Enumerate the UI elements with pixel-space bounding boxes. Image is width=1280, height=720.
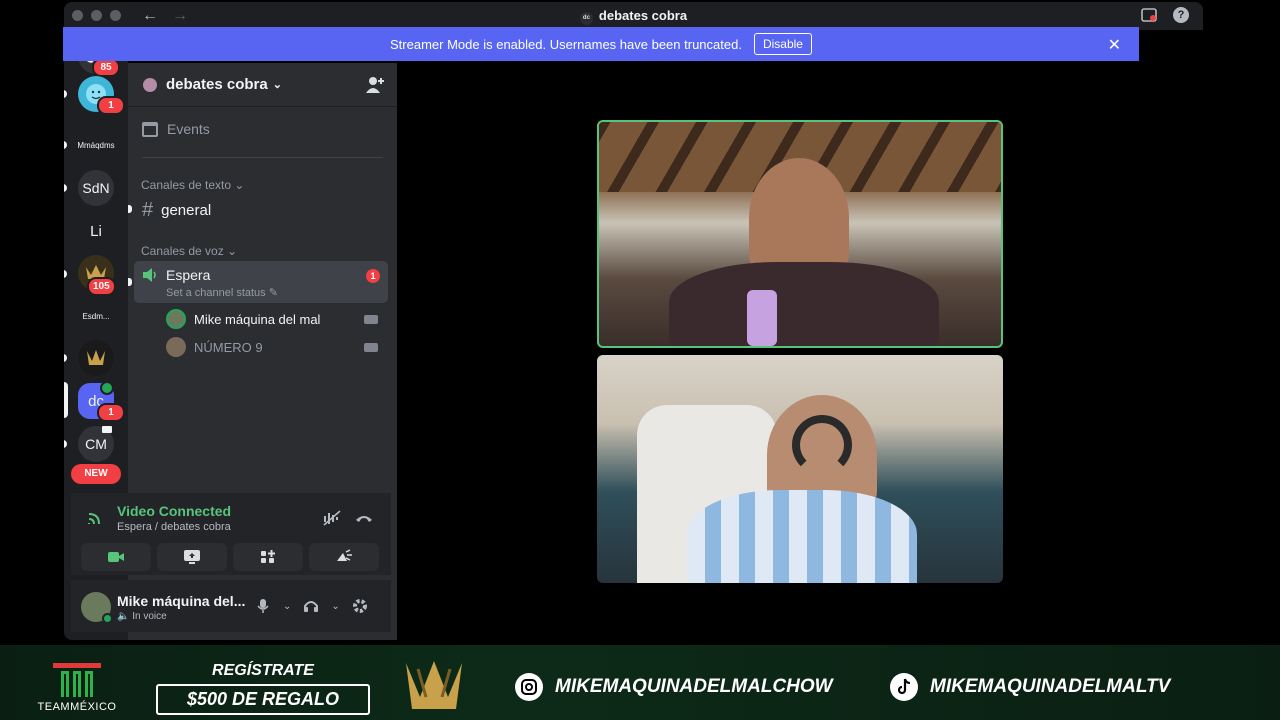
close-icon[interactable]: ✕: [1108, 35, 1121, 55]
guild-icon: [143, 77, 157, 92]
gear-icon[interactable]: [352, 598, 368, 614]
avatar[interactable]: [81, 592, 113, 624]
video-frame-microphone: [747, 290, 777, 346]
server-icon[interactable]: CM: [78, 426, 114, 462]
user-panel: Mike máquina del... 🔈 In voice ⌄ ⌄: [71, 580, 391, 632]
video-frame-jersey: [687, 490, 917, 583]
new-tag: NEW: [71, 464, 121, 484]
video-icon: [364, 315, 378, 324]
help-icon[interactable]: ?: [1173, 7, 1189, 23]
unread-pill: [64, 270, 67, 278]
video-frame-person: [749, 158, 849, 278]
avatar: [166, 337, 186, 357]
user-name[interactable]: Mike máquina del...: [117, 593, 245, 609]
voice-member[interactable]: NÚMERO 9: [166, 337, 378, 357]
soundboard-button[interactable]: [309, 543, 379, 571]
calendar-icon: [142, 121, 158, 137]
server-icon[interactable]: Li: [78, 213, 114, 249]
server-icon[interactable]: 105: [78, 255, 116, 296]
voice-status[interactable]: Video Connected: [117, 503, 231, 519]
window-title: dc debates cobra: [64, 8, 1203, 25]
unread-pill: [64, 184, 67, 192]
microphone-icon[interactable]: [255, 598, 271, 614]
video-tile[interactable]: [597, 355, 1003, 583]
chevron-down-icon[interactable]: ⌄: [331, 601, 339, 612]
user-status: 🔈 In voice: [117, 611, 167, 622]
divider: [142, 157, 383, 158]
activities-button[interactable]: [233, 543, 303, 571]
video-frame-headphones: [792, 415, 852, 475]
voice-channel-espera[interactable]: Espera Set a channel status ✎ 1: [134, 261, 388, 303]
online-status-icon: [102, 613, 113, 624]
events-link[interactable]: Events: [142, 121, 210, 137]
category-voice-channels[interactable]: Canales de voz ⌄: [141, 244, 237, 258]
voice-location[interactable]: Espera / debates cobra: [117, 521, 231, 533]
tiktok-icon: [890, 673, 918, 701]
guild-header[interactable]: debates cobra ⌄: [128, 63, 397, 107]
screen-share-button[interactable]: [157, 543, 227, 571]
invite-user-icon[interactable]: [365, 75, 385, 95]
promo-box: REGÍSTRATE $500 DE REGALO: [156, 662, 370, 716]
unread-pill: [64, 354, 67, 362]
video-tile-speaking[interactable]: [597, 120, 1003, 348]
server-badge: 105: [87, 277, 116, 296]
video-icon: [102, 426, 112, 433]
hash-icon: #: [142, 199, 154, 221]
dm-badge: 1: [97, 96, 125, 115]
inbox-icon[interactable]: [1141, 7, 1157, 23]
team-mexico-logo: TEAMMÉXICO: [22, 663, 132, 713]
server-icon[interactable]: SdN: [78, 170, 114, 206]
unread-pill: [64, 90, 67, 98]
guild-mini-icon: dc: [579, 12, 593, 25]
instagram-handle: MIKEMAQUINADELMALCHOW: [515, 673, 833, 701]
server-icon[interactable]: [78, 340, 114, 376]
server-badge: 1: [97, 403, 125, 422]
banner-message: Streamer Mode is enabled. Usernames have…: [390, 36, 742, 52]
video-icon: [364, 343, 378, 352]
speaker-icon: [143, 268, 156, 282]
channel-general[interactable]: # general: [142, 199, 211, 222]
selected-indicator: [64, 382, 68, 418]
channel-status[interactable]: Set a channel status ✎: [166, 286, 278, 299]
title-bar: ← → dc debates cobra ?: [64, 2, 1203, 30]
dm-avatar[interactable]: 1: [78, 76, 125, 115]
user-controls: ⌄ ⌄: [255, 598, 368, 614]
activities-icon: [261, 550, 275, 563]
camera-icon: [108, 552, 124, 562]
unread-pip: [128, 205, 132, 213]
mm-tv-logo-icon: [87, 350, 105, 365]
category-text-channels[interactable]: Canales de texto ⌄: [141, 178, 244, 192]
stream-overlay-bar: TEAMMÉXICO REGÍSTRATE $500 DE REGALO MIK…: [0, 645, 1280, 720]
mention-badge: 1: [366, 269, 380, 283]
unread-pill: [64, 440, 67, 448]
noise-suppression-icon[interactable]: [323, 510, 341, 526]
screen-share-icon: [184, 550, 200, 564]
voice-member[interactable]: Mike máquina del mal: [166, 309, 378, 329]
disconnect-icon[interactable]: [355, 511, 373, 525]
chevron-down-icon[interactable]: ⌄: [283, 601, 291, 612]
team-mexico-emblem-icon: [53, 663, 101, 699]
unread-pill: [64, 141, 67, 149]
titlebar-actions: ?: [1141, 7, 1189, 23]
signal-icon[interactable]: [87, 510, 103, 526]
camera-button[interactable]: [81, 543, 151, 571]
server-icon-selected[interactable]: dc 1: [78, 381, 125, 422]
disable-button[interactable]: Disable: [753, 33, 812, 55]
chevron-down-icon: ⌄: [272, 79, 282, 91]
server-icon[interactable]: Esdm...: [78, 298, 114, 334]
video-frame-shirt: [669, 262, 939, 346]
headphones-icon[interactable]: [303, 598, 319, 614]
voice-connection-panel: Video Connected Espera / debates cobra: [71, 493, 391, 575]
stage: ← → dc debates cobra ? 85 1 Mmáqdms SdN …: [0, 0, 1280, 720]
soundboard-icon: [337, 549, 352, 561]
server-icon[interactable]: Mmáqdms: [77, 127, 115, 163]
streamer-mode-banner: Streamer Mode is enabled. Usernames have…: [63, 27, 1139, 61]
tiktok-handle: MIKEMAQUINADELMALTV: [890, 673, 1170, 701]
mm-tv-logo-icon: [406, 661, 462, 709]
avatar: [166, 309, 186, 329]
unread-pip: [128, 278, 132, 286]
voice-action-buttons: [81, 543, 379, 571]
voice-activity-icon: [100, 381, 114, 395]
instagram-icon: [515, 673, 543, 701]
